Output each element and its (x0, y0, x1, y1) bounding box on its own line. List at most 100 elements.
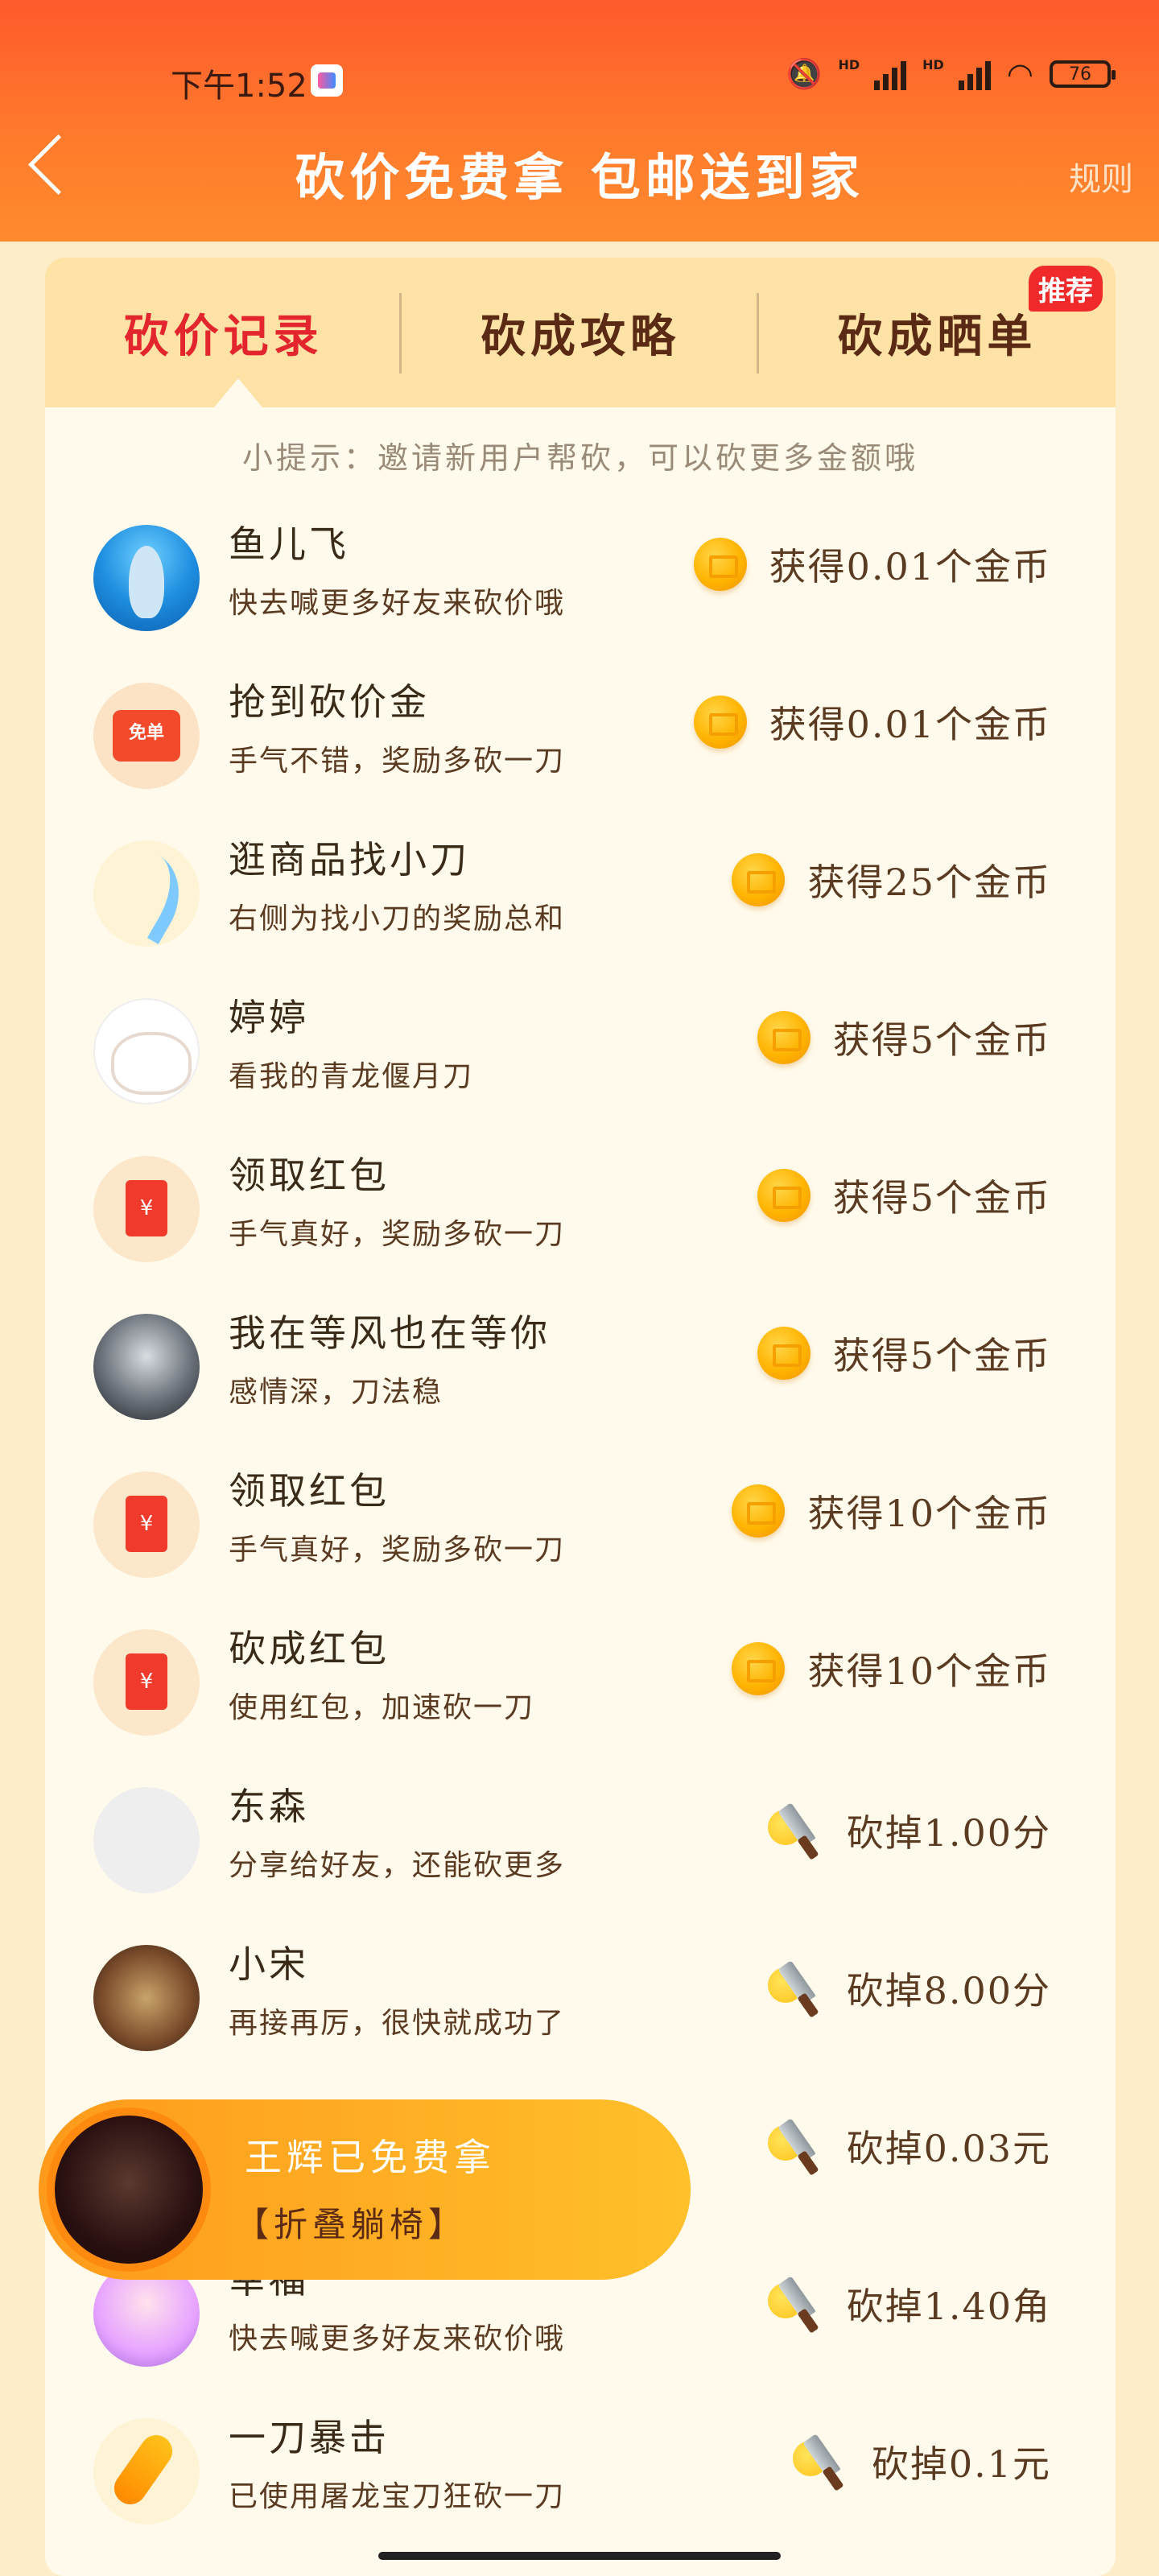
coin-icon (693, 696, 747, 749)
red-envelope-icon: ¥ (126, 1180, 167, 1236)
tab-label: 砍成晒单 (837, 309, 1037, 363)
tip-text: 小提示：邀请新用户帮砍，可以砍更多金额哦 (241, 440, 918, 476)
reward-text: 获得5个金币 (832, 1334, 1051, 1377)
knife-icon (767, 2116, 824, 2177)
red-envelope-icon: ¥ (126, 1496, 167, 1552)
reward-text: 砍掉0.03元 (846, 2127, 1051, 2170)
hd-label: HD (838, 56, 860, 72)
tab-divider (757, 293, 759, 374)
reward-text: 获得10个金币 (807, 1492, 1051, 1535)
list-item[interactable]: 鱼儿飞 快去喊更多好友来砍价哦 获得0.01个金币 (45, 499, 1116, 657)
tab-label: 砍成攻略 (480, 309, 680, 363)
coin-icon (757, 1169, 810, 1222)
record-desc: 分享给好友，还能砍更多 (229, 1849, 566, 1882)
list-item[interactable]: 东森 分享给好友，还能砍更多 砍掉1.00分 (45, 1761, 1116, 1919)
mute-icon: 🔕 (786, 58, 823, 91)
record-desc: 快去喊更多好友来砍价哦 (229, 2322, 566, 2355)
coin-icon (693, 538, 747, 591)
record-reward: 砍掉0.03元 (767, 2116, 1051, 2177)
record-reward: 获得0.01个金币 (693, 538, 1051, 591)
tab-bargain-guide[interactable]: 砍成攻略 (402, 258, 758, 407)
list-item[interactable]: 我在等风也在等你 感情深，刀法稳 获得5个金币 (45, 1288, 1116, 1446)
knife-icon (767, 1800, 824, 1861)
tab-divider (399, 293, 402, 374)
coupon-avatar: 免单 (93, 683, 200, 789)
record-name: 鱼儿飞 (229, 522, 349, 566)
record-reward: 砍掉8.00分 (767, 1958, 1051, 2019)
reward-text: 获得0.01个金币 (769, 703, 1051, 746)
list-item[interactable]: 免单 抢到砍价金 手气不错，奖励多砍一刀 获得0.01个金币 (45, 657, 1116, 815)
record-name: 一刀暴击 (229, 2416, 390, 2459)
winner-title: 王辉已免费拿 (245, 2136, 496, 2179)
record-reward: 砍掉1.40角 (767, 2273, 1051, 2334)
status-time: 下午1:52 (171, 68, 307, 105)
record-desc: 右侧为找小刀的奖励总和 (229, 902, 566, 935)
winner-product: 【折叠躺椅】 (235, 2205, 468, 2244)
record-name: 砍成红包 (229, 1627, 390, 1670)
hd-label-2: HD (922, 56, 944, 72)
app-notification-icon (311, 64, 343, 97)
record-desc: 手气真好，奖励多砍一刀 (229, 1218, 566, 1251)
list-item[interactable]: 婷婷 看我的青龙偃月刀 获得5个金币 (45, 972, 1116, 1130)
tab-label: 砍价记录 (123, 309, 324, 363)
dolphin-avatar (93, 525, 200, 631)
list-item[interactable]: 一刀暴击 已使用屠龙宝刀狂砍一刀 砍掉0.1元 (45, 2392, 1116, 2550)
coin-icon (757, 1327, 810, 1380)
record-desc: 快去喊更多好友来砍价哦 (229, 587, 566, 620)
record-desc: 已使用屠龙宝刀狂砍一刀 (229, 2480, 566, 2513)
reward-text: 砍掉0.1元 (871, 2442, 1051, 2486)
red-envelope-icon: ¥ (126, 1653, 167, 1710)
record-desc: 看我的青龙偃月刀 (229, 1060, 474, 1093)
record-name: 小宋 (229, 1942, 309, 1986)
record-reward: 获得5个金币 (757, 1169, 1051, 1222)
list-item[interactable]: ¥ 领取红包 手气真好，奖励多砍一刀 获得10个金币 (45, 1446, 1116, 1604)
signal-icon (874, 58, 907, 90)
record-desc: 感情深，刀法稳 (229, 1376, 443, 1409)
reward-text: 砍掉1.40角 (846, 2285, 1051, 2328)
knife-icon (792, 2431, 849, 2492)
record-reward: 获得10个金币 (732, 1484, 1051, 1538)
record-reward: 获得0.01个金币 (693, 696, 1051, 749)
signal-icon-2 (958, 58, 991, 90)
sword-avatar (93, 840, 200, 947)
record-reward: 获得10个金币 (732, 1642, 1051, 1695)
coin-icon (757, 1011, 810, 1064)
home-indicator[interactable] (378, 2552, 781, 2560)
reward-text: 获得25个金币 (807, 861, 1051, 904)
record-desc: 手气不错，奖励多砍一刀 (229, 745, 566, 778)
record-name: 领取红包 (229, 1154, 390, 1197)
winner-toast[interactable]: 王辉已免费拿 【折叠躺椅】 (39, 2099, 691, 2280)
record-reward: 砍掉1.00分 (767, 1800, 1051, 1861)
warrior-avatar (93, 1945, 200, 2051)
status-icons: 🔕 HD HD ◠ 76 (786, 56, 1116, 92)
rules-link[interactable]: 规则 (1069, 153, 1133, 200)
dark-avatar (93, 1314, 200, 1420)
winner-avatar (47, 2107, 211, 2272)
blank-avatar (93, 1787, 200, 1893)
list-item[interactable]: 逛商品找小刀 右侧为找小刀的奖励总和 获得25个金币 (45, 815, 1116, 972)
recommend-badge: 推荐 (1029, 266, 1103, 312)
record-name: 我在等风也在等你 (229, 1311, 551, 1355)
reward-text: 获得10个金币 (807, 1649, 1051, 1693)
knife-icon (767, 2273, 824, 2334)
list-item[interactable]: ¥ 领取红包 手气真好，奖励多砍一刀 获得5个金币 (45, 1130, 1116, 1288)
record-reward: 获得5个金币 (757, 1011, 1051, 1064)
header-bar: 下午1:52 🔕 HD HD ◠ 76 砍价免费拿 包邮送到家 规则 (0, 0, 1159, 242)
reward-text: 砍掉8.00分 (846, 1969, 1051, 2013)
record-name: 逛商品找小刀 (229, 838, 470, 881)
record-desc: 手气真好，奖励多砍一刀 (229, 1534, 566, 1567)
record-name: 抢到砍价金 (229, 680, 430, 724)
reward-text: 获得5个金币 (832, 1018, 1051, 1062)
coin-icon (732, 1642, 786, 1695)
record-desc: 再接再厉，很快就成功了 (229, 2007, 566, 2040)
coin-icon (732, 853, 786, 906)
list-item[interactable]: ¥ 砍成红包 使用红包，加速砍一刀 获得10个金币 (45, 1604, 1116, 1761)
coupon-label: 免单 (113, 710, 180, 762)
record-name: 婷婷 (229, 996, 309, 1039)
record-name: 领取红包 (229, 1469, 390, 1513)
record-reward: 获得25个金币 (732, 853, 1051, 906)
list-item[interactable]: 小宋 再接再厉，很快就成功了 砍掉8.00分 (45, 1919, 1116, 2077)
cat-avatar (93, 998, 200, 1104)
record-desc: 使用红包，加速砍一刀 (229, 1691, 535, 1724)
coin-icon (732, 1484, 786, 1538)
